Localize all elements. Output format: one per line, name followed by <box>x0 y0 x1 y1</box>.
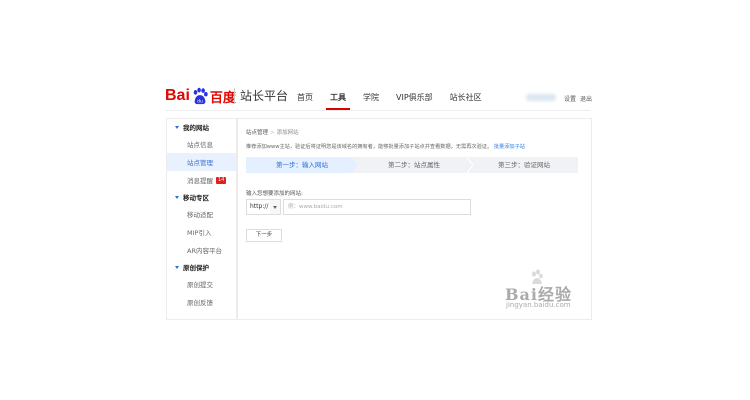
nav-item-2[interactable]: 学院 <box>363 92 379 110</box>
settings-link[interactable]: 设置 <box>564 94 576 103</box>
step-3: 第三步：验证网站 <box>498 161 550 169</box>
top-nav: 首页 工具 学院 VIP俱乐部 站长社区 <box>297 92 499 110</box>
message-count-badge: 14 <box>216 176 227 184</box>
sidebar-item-label: AR内容平台 <box>187 247 222 255</box>
sidebar-item-2-0[interactable]: 原创提交 <box>167 275 236 293</box>
sidebar-item-label: 移动适配 <box>187 211 213 219</box>
sidebar-item-1-0[interactable]: 移动适配 <box>167 205 236 223</box>
sidebar-item-0-0[interactable]: 站点信息 <box>167 135 236 153</box>
logo-chinese: 百度 <box>209 90 236 106</box>
nav-item-3[interactable]: VIP俱乐部 <box>396 92 433 110</box>
step-2: 第二步：站点属性 <box>388 161 440 169</box>
sidebar-item-label: 消息提醒 <box>187 177 213 185</box>
sidebar-item-1-1[interactable]: MIP引入 <box>167 223 236 241</box>
sidebar-item-label: MIP引入 <box>187 229 212 237</box>
sidebar-item-1-2[interactable]: AR内容平台 <box>167 241 236 259</box>
top-header: Bai du 百度 站长平台 首页 工具 学院 VIP俱乐部 站长社区 设置 退出 <box>0 78 750 112</box>
sidebar-item-label: 原创反馈 <box>187 299 213 307</box>
sidebar-section-title: 原创保护 <box>183 264 209 272</box>
logo-latin: Bai <box>165 87 190 104</box>
paw-icon: du <box>193 87 208 104</box>
nav-item-0[interactable]: 首页 <box>297 92 313 110</box>
sidebar-item-label: 原创提交 <box>187 281 213 289</box>
caret-down-icon <box>175 125 179 129</box>
nav-item-1[interactable]: 工具 <box>326 92 350 110</box>
sidebar-item-2-1[interactable]: 原创反馈 <box>167 293 236 311</box>
header-divider <box>165 110 590 111</box>
url-input[interactable] <box>283 199 471 215</box>
sidebar-item-0-1[interactable]: 站点管理 <box>167 153 236 171</box>
sidebar-item-label: 站点信息 <box>187 141 213 149</box>
watermark-url: jingyan.baidu.com <box>506 301 571 309</box>
sidebar-section-0[interactable]: 我的网站 <box>167 119 236 135</box>
protocol-select[interactable]: http:// <box>246 199 271 215</box>
breadcrumb-separator: > <box>270 130 275 136</box>
sidebar: 我的网站站点信息站点管理消息提醒 14 移动专区移动适配 MIP引入 AR内容平台原创保… <box>166 118 237 320</box>
step-1: 第一步：输入网站 <box>246 157 358 173</box>
sidebar-section-2[interactable]: 原创保护 <box>167 259 236 275</box>
caret-down-icon <box>175 265 179 269</box>
chevron-down-icon[interactable] <box>270 199 281 215</box>
breadcrumb-root[interactable]: 站点管理 <box>246 130 268 136</box>
logout-link[interactable]: 退出 <box>580 94 592 103</box>
notice-text: 推荐添加www主站，验证后将证明您是该域名的拥有者，能够批量添加子站点并查看数据… <box>246 143 525 150</box>
batch-add-link[interactable]: 批量添加子站 <box>494 144 525 150</box>
product-name: 站长平台 <box>240 89 289 103</box>
nav-item-4[interactable]: 站长社区 <box>450 92 482 110</box>
notice-body: 推荐添加www主站，验证后将证明您是该域名的拥有者，能够批量添加子站点并查看数据… <box>246 144 493 150</box>
sidebar-section-1[interactable]: 移动专区 <box>167 189 236 205</box>
logo-divider <box>234 88 235 104</box>
breadcrumb-current: 添加网站 <box>276 130 299 136</box>
sidebar-section-title: 移动专区 <box>183 194 209 202</box>
breadcrumb: 站点管理 > 添加网站 <box>246 128 299 136</box>
baidu-logo[interactable]: Bai du 百度 <box>165 85 236 107</box>
username[interactable] <box>526 94 556 101</box>
caret-down-icon <box>175 195 179 199</box>
sidebar-section-title: 我的网站 <box>183 124 209 132</box>
sidebar-item-label: 站点管理 <box>187 159 213 167</box>
next-step-button[interactable]: 下一步 <box>246 229 282 242</box>
step-bar: 第一步：输入网站 第二步：站点属性 第三步：验证网站 <box>246 157 578 173</box>
url-field-label: 输入您想要添加的网站: <box>246 191 303 197</box>
svg-text:du: du <box>197 98 203 104</box>
sidebar-item-0-2[interactable]: 消息提醒 14 <box>167 171 236 189</box>
